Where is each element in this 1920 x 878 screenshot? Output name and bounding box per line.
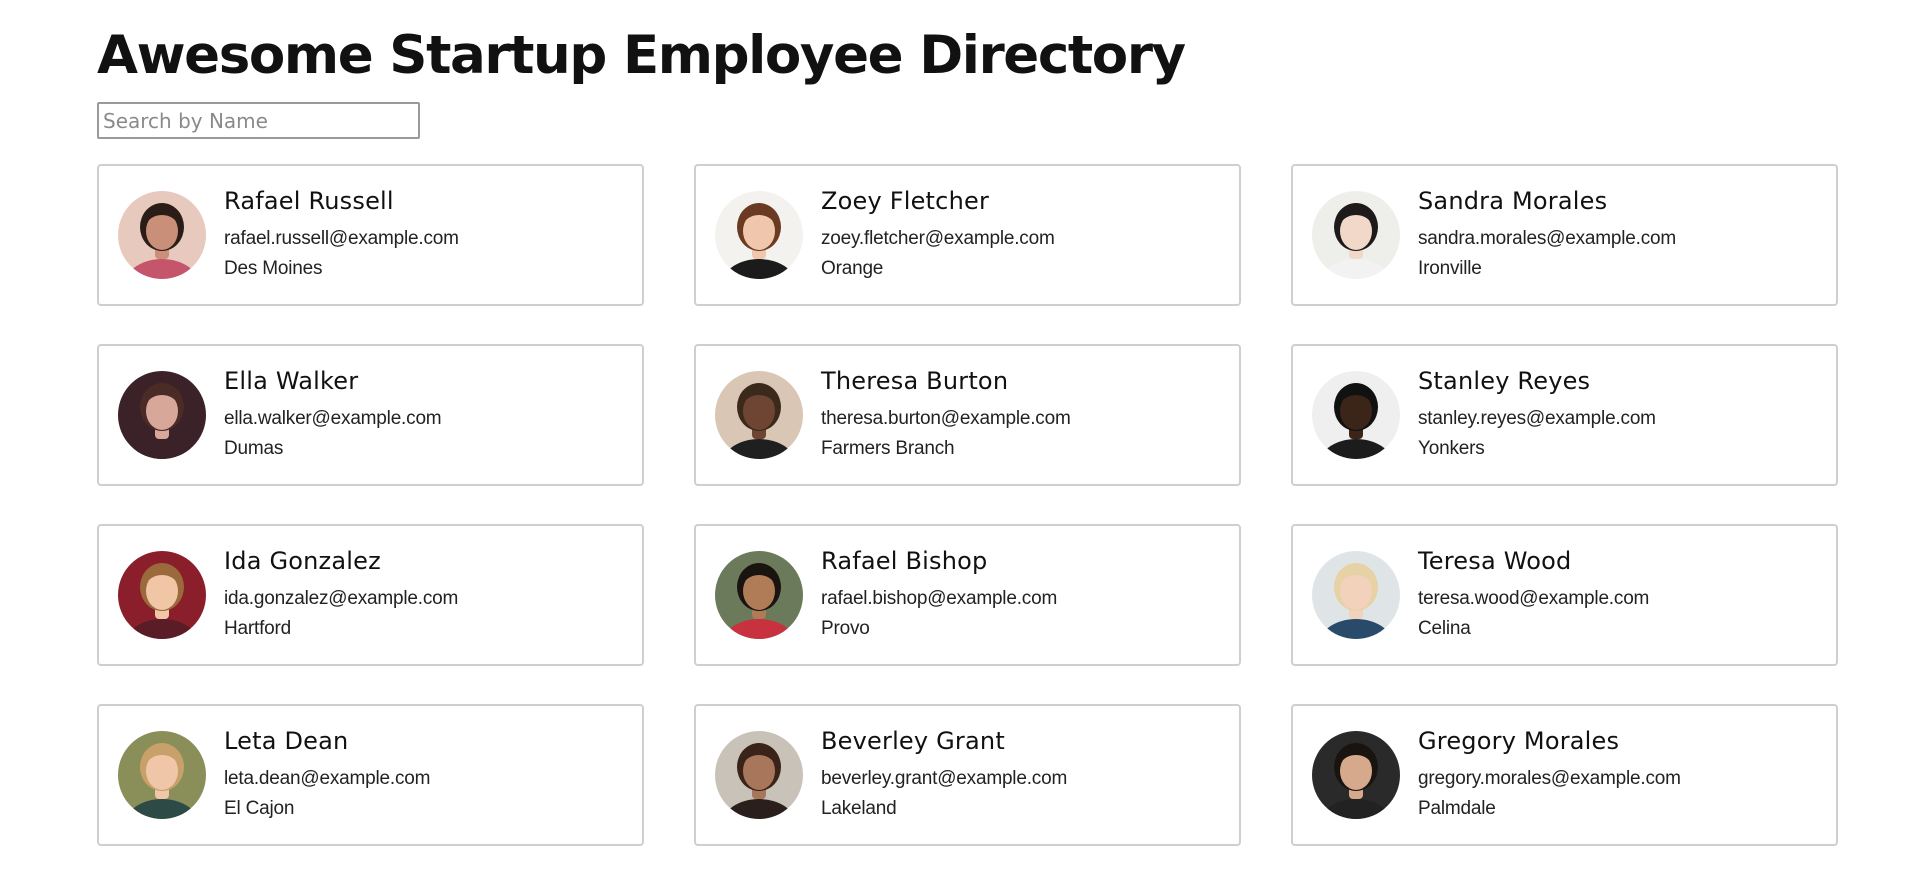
employee-name: Ella Walker — [224, 367, 359, 395]
employee-name: Teresa Wood — [1418, 547, 1572, 575]
employee-email: ida.gonzalez@example.com — [224, 588, 459, 609]
avatar — [1312, 371, 1400, 459]
avatar-photo — [1312, 551, 1400, 639]
avatar — [1312, 191, 1400, 279]
avatar-photo — [118, 731, 206, 819]
employee-name: Stanley Reyes — [1418, 367, 1591, 395]
employee-name: Gregory Morales — [1418, 727, 1620, 755]
avatar-photo — [1312, 191, 1400, 279]
employee-name: Zoey Fletcher — [821, 187, 990, 215]
employee-name: Ida Gonzalez — [224, 547, 381, 575]
employee-card[interactable]: Rafael Russell rafael.russell@example.co… — [97, 164, 644, 306]
employee-card[interactable]: Theresa Burton theresa.burton@example.co… — [694, 344, 1241, 486]
employee-name: Leta Dean — [224, 727, 349, 755]
avatar — [118, 371, 206, 459]
avatar — [715, 551, 803, 639]
employee-city: Ironville — [1418, 258, 1482, 279]
avatar-photo — [715, 551, 803, 639]
employee-city: Orange — [821, 258, 884, 279]
avatar-photo — [715, 191, 803, 279]
employee-city: El Cajon — [224, 798, 295, 819]
avatar-photo — [715, 731, 803, 819]
employee-city: Palmdale — [1418, 798, 1496, 819]
avatar-photo — [1312, 731, 1400, 819]
employee-name: Theresa Burton — [821, 367, 1009, 395]
employee-email: stanley.reyes@example.com — [1418, 408, 1656, 429]
employee-email: beverley.grant@example.com — [821, 768, 1068, 789]
employee-city: Farmers Branch — [821, 438, 955, 459]
employee-email: zoey.fletcher@example.com — [821, 228, 1055, 249]
employee-card[interactable]: Leta Dean leta.dean@example.com El Cajon — [97, 704, 644, 846]
avatar-photo — [118, 551, 206, 639]
employee-city: Lakeland — [821, 798, 897, 819]
employee-name: Rafael Bishop — [821, 547, 988, 575]
employee-name: Sandra Morales — [1418, 187, 1608, 215]
employee-card[interactable]: Ida Gonzalez ida.gonzalez@example.com Ha… — [97, 524, 644, 666]
directory-page: Awesome Startup Employee Directory Rafae… — [0, 0, 1920, 878]
employee-card[interactable]: Beverley Grant beverley.grant@example.co… — [694, 704, 1241, 846]
avatar-photo — [1312, 371, 1400, 459]
avatar — [715, 371, 803, 459]
avatar — [715, 731, 803, 819]
employee-name: Rafael Russell — [224, 187, 394, 215]
avatar — [1312, 551, 1400, 639]
employee-card[interactable]: Sandra Morales sandra.morales@example.co… — [1291, 164, 1838, 306]
employee-city: Yonkers — [1418, 438, 1485, 459]
employee-email: leta.dean@example.com — [224, 768, 431, 789]
employee-email: gregory.morales@example.com — [1418, 768, 1681, 789]
page-title: Awesome Startup Employee Directory — [97, 25, 1186, 86]
employee-card[interactable]: Rafael Bishop rafael.bishop@example.com … — [694, 524, 1241, 666]
employee-email: ella.walker@example.com — [224, 408, 442, 429]
avatar — [1312, 731, 1400, 819]
employee-grid: Rafael Russell rafael.russell@example.co… — [97, 164, 1838, 846]
employee-city: Hartford — [224, 618, 292, 639]
employee-city: Provo — [821, 618, 870, 639]
employee-email: sandra.morales@example.com — [1418, 228, 1677, 249]
employee-card[interactable]: Gregory Morales gregory.morales@example.… — [1291, 704, 1838, 846]
employee-card[interactable]: Ella Walker ella.walker@example.com Duma… — [97, 344, 644, 486]
employee-email: rafael.bishop@example.com — [821, 588, 1058, 609]
avatar — [118, 731, 206, 819]
employee-email: teresa.wood@example.com — [1418, 588, 1650, 609]
employee-city: Celina — [1418, 618, 1471, 639]
employee-city: Dumas — [224, 438, 284, 459]
employee-email: theresa.burton@example.com — [821, 408, 1071, 429]
search-input[interactable] — [97, 102, 420, 139]
employee-email: rafael.russell@example.com — [224, 228, 459, 249]
avatar-photo — [715, 371, 803, 459]
employee-city: Des Moines — [224, 258, 323, 279]
avatar — [118, 191, 206, 279]
employee-name: Beverley Grant — [821, 727, 1005, 755]
avatar-photo — [118, 191, 206, 279]
employee-card[interactable]: Stanley Reyes stanley.reyes@example.com … — [1291, 344, 1838, 486]
avatar — [715, 191, 803, 279]
avatar — [118, 551, 206, 639]
avatar-photo — [118, 371, 206, 459]
employee-card[interactable]: Zoey Fletcher zoey.fletcher@example.com … — [694, 164, 1241, 306]
employee-card[interactable]: Teresa Wood teresa.wood@example.com Celi… — [1291, 524, 1838, 666]
